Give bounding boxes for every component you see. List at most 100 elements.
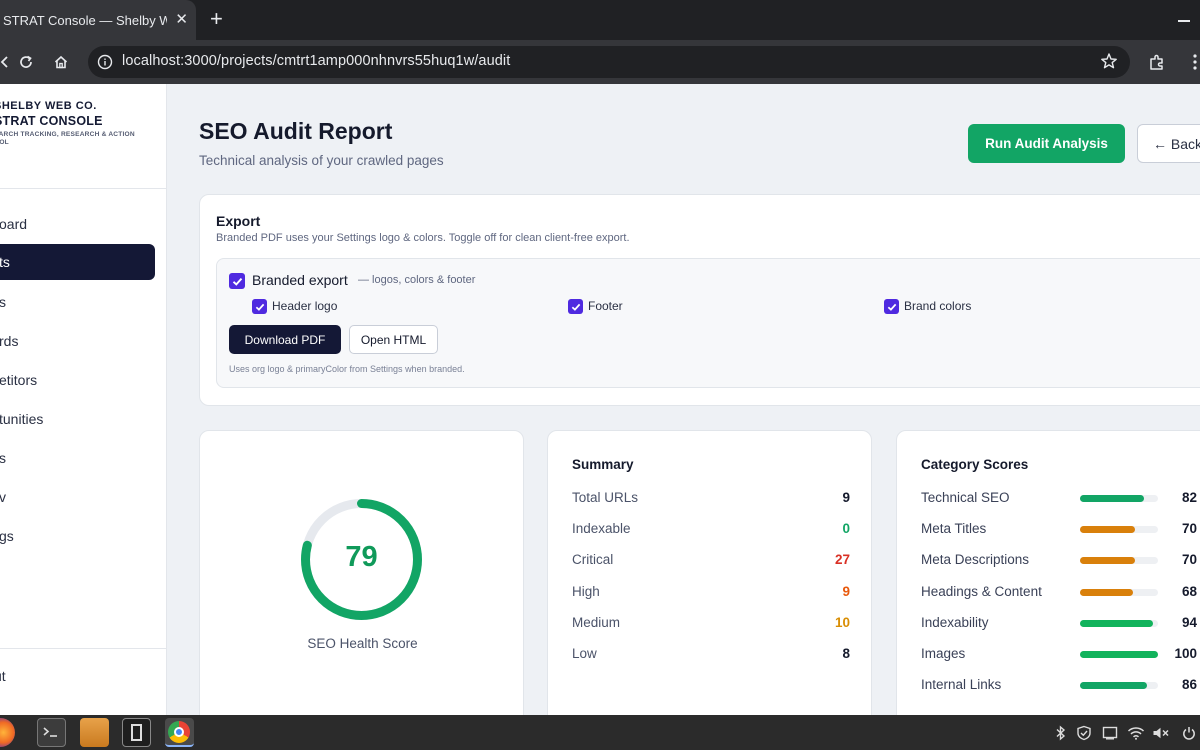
checkmark-icon <box>571 303 580 311</box>
footer-checkbox[interactable] <box>568 299 583 314</box>
summary-row-label: Low <box>572 646 597 661</box>
health-score-card: 79 SEO Health Score <box>199 430 524 715</box>
tab-title: STRAT Console — Shelby We <box>3 12 167 28</box>
bookmark-star-icon[interactable] <box>1100 52 1118 75</box>
sidebar-item-7[interactable]: s <box>0 440 154 476</box>
export-card: Export Branded PDF uses your Settings lo… <box>199 194 1200 406</box>
sidebar-item-dashboard[interactable]: oard <box>0 206 154 242</box>
category-score-bar <box>1080 588 1158 596</box>
category-score-bar <box>1080 495 1158 502</box>
category-row-value: 70 <box>1181 552 1197 568</box>
site-info-icon[interactable] <box>95 52 115 72</box>
extensions-icon[interactable] <box>1146 51 1168 73</box>
summary-row-label: Total URLs <box>572 490 639 505</box>
sidebar-item-label: oard <box>0 216 28 232</box>
category-score-bar-fill <box>1080 495 1144 502</box>
category-row-value: 70 <box>1181 521 1197 537</box>
bluetooth-icon[interactable] <box>1052 724 1070 742</box>
sidebar-item-label: gs <box>0 528 14 544</box>
export-title: Export <box>216 213 261 229</box>
main-content: SEO Audit Report Technical analysis of y… <box>167 84 1200 715</box>
category-scores-card: Category Scores Technical SEO 82 Meta Titl… <box>896 430 1200 715</box>
brand-colors-checkbox[interactable] <box>884 299 899 314</box>
sidebar-item-opportunities[interactable]: tunities <box>0 401 154 437</box>
back-button[interactable]: ← Back <box>1137 124 1200 163</box>
page-title: SEO Audit Report <box>199 118 393 144</box>
summary-row-value: 8 <box>842 646 850 661</box>
minimize-window-icon[interactable] <box>1178 10 1190 22</box>
sidebar-item-label: ts <box>0 254 10 270</box>
browser-tab[interactable]: STRAT Console — Shelby We ✕ <box>0 0 196 40</box>
category-scores-title: Category Scores <box>921 457 1029 472</box>
category-row-label: Meta Titles <box>921 521 987 537</box>
back-arrow-icon[interactable] <box>0 51 16 73</box>
summary-row: Low 8 <box>572 646 850 666</box>
category-row-value: 100 <box>1174 646 1197 661</box>
home-icon[interactable] <box>50 51 72 73</box>
display-icon[interactable] <box>1101 724 1119 742</box>
run-audit-button[interactable]: Run Audit Analysis <box>968 124 1125 163</box>
checkmark-icon <box>887 303 896 311</box>
checkmark-icon <box>232 277 242 286</box>
summary-row-value: 0 <box>842 521 850 537</box>
brand-company: SHELBY WEB CO. <box>0 100 97 112</box>
summary-row-value: 27 <box>834 552 850 568</box>
header-logo-checkbox[interactable] <box>252 299 267 314</box>
sidebar-item-label: v <box>0 489 6 505</box>
category-score-bar <box>1080 651 1158 658</box>
logout-link[interactable]: ut <box>0 668 6 684</box>
category-score-bar-fill <box>1080 682 1148 690</box>
branded-export-note: — logos, colors & footer <box>358 274 476 286</box>
files-folder-icon[interactable] <box>80 718 109 747</box>
sidebar-divider <box>0 648 166 649</box>
download-pdf-button[interactable]: Download PDF <box>229 325 341 354</box>
branded-export-checkbox[interactable] <box>229 273 245 289</box>
sidebar: SHELBY WEB CO. STRAT CONSOLE EARCH TRACK… <box>0 84 167 715</box>
header-logo-label: Header logo <box>272 299 338 313</box>
brand-tagline-line-2: OOL <box>0 139 9 146</box>
category-score-bar <box>1080 557 1158 565</box>
export-options-panel: Branded export — logos, colors & footer … <box>216 258 1200 388</box>
chrome-icon[interactable] <box>165 718 194 747</box>
wifi-icon[interactable] <box>1127 724 1145 742</box>
brand-tagline-line-1: EARCH TRACKING, RESEARCH & ACTION <box>0 131 135 138</box>
summary-row: Total URLs 9 <box>572 490 850 510</box>
category-row: Meta Titles 70 <box>921 521 1200 541</box>
sidebar-item-8[interactable]: v <box>0 479 154 515</box>
category-row: Technical SEO 82 <box>921 490 1200 510</box>
os-taskbar <box>0 715 1200 750</box>
browser-toolbar: localhost:3000/projects/cmtrt1amp000nhnv… <box>0 40 1200 84</box>
category-row-value: 86 <box>1181 677 1197 693</box>
browser-menu-icon[interactable] <box>1184 51 1200 73</box>
open-html-button[interactable]: Open HTML <box>349 325 438 354</box>
volume-muted-icon[interactable] <box>1152 724 1170 742</box>
summary-row-value: 9 <box>842 583 850 599</box>
category-row-label: Images <box>921 646 966 661</box>
sidebar-item-3[interactable]: s <box>0 284 154 320</box>
category-score-bar-fill <box>1080 557 1135 565</box>
firefox-icon[interactable] <box>0 718 15 747</box>
export-footnote: Uses org logo & primaryColor from Settin… <box>229 364 465 374</box>
close-tab-icon[interactable]: ✕ <box>175 12 188 28</box>
health-score-value: 79 <box>345 541 378 573</box>
category-row-label: Indexability <box>921 614 989 630</box>
category-row-label: Meta Descriptions <box>921 552 1030 568</box>
sidebar-item-audits[interactable]: ts <box>0 244 155 280</box>
sidebar-item-keywords[interactable]: rds <box>0 323 154 359</box>
url-text[interactable]: localhost:3000/projects/cmtrt1amp000nhnv… <box>122 53 510 69</box>
address-bar[interactable]: localhost:3000/projects/cmtrt1amp000nhnv… <box>88 46 1130 78</box>
summary-row-label: Medium <box>572 614 621 630</box>
summary-row: High 9 <box>572 584 850 604</box>
category-score-bar-fill <box>1080 588 1134 596</box>
footer-label: Footer <box>588 299 623 313</box>
new-tab-button[interactable]: + <box>210 8 223 30</box>
shield-icon[interactable] <box>1075 724 1093 742</box>
sidebar-item-settings[interactable]: gs <box>0 518 154 554</box>
sidebar-divider <box>0 188 166 189</box>
reload-icon[interactable] <box>15 51 37 73</box>
sidebar-item-competitors[interactable]: etitors <box>0 362 154 398</box>
window-switcher-icon[interactable] <box>122 718 151 747</box>
summary-row-value: 9 <box>842 490 850 505</box>
terminal-icon[interactable] <box>37 718 66 747</box>
power-icon[interactable] <box>1180 724 1198 742</box>
